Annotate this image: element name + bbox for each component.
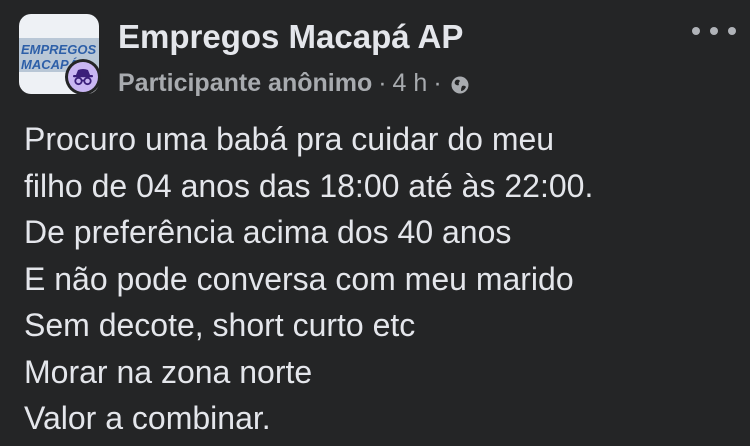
post-timestamp[interactable]: 4 h <box>393 69 428 98</box>
globe-icon[interactable] <box>450 73 470 94</box>
meta-separator-2: · <box>433 68 442 97</box>
post-text-line: Sem decote, short curto etc <box>24 307 416 343</box>
post-text-line: Valor a combinar. <box>24 400 271 436</box>
group-name[interactable]: Empregos Macapá AP <box>118 17 463 57</box>
author-name[interactable]: Participante anônimo <box>118 69 372 98</box>
more-horizontal-icon <box>692 27 700 35</box>
more-horizontal-icon <box>710 27 718 35</box>
meta-separator: · <box>378 68 387 97</box>
anonymous-incognito-icon <box>68 62 98 92</box>
anonymous-badge <box>65 59 101 95</box>
post-text-line: Procuro uma babá pra cuidar do meu <box>24 121 555 157</box>
post-card: EMPREGOS MACAPÁ Empregos Macapá AP Parti… <box>0 0 750 446</box>
post-text-line: filho de 04 anos das 18:00 até às 22:00. <box>24 167 594 204</box>
post-text-line: Morar na zona norte <box>24 353 313 390</box>
more-options-button[interactable] <box>692 18 736 44</box>
avatar-logo-text: EMPREGOS <box>21 42 97 57</box>
more-horizontal-icon <box>728 27 736 35</box>
post-meta: Participante anônimo · 4 h · <box>118 68 470 98</box>
avatar-group[interactable]: EMPREGOS MACAPÁ <box>19 14 102 97</box>
post-body: Procuro uma babá pra cuidar do meu filho… <box>24 116 734 442</box>
post-text-line: E não pode conversa com meu marido <box>24 260 574 297</box>
post-text-line: De preferência acima dos 40 anos <box>24 214 512 250</box>
